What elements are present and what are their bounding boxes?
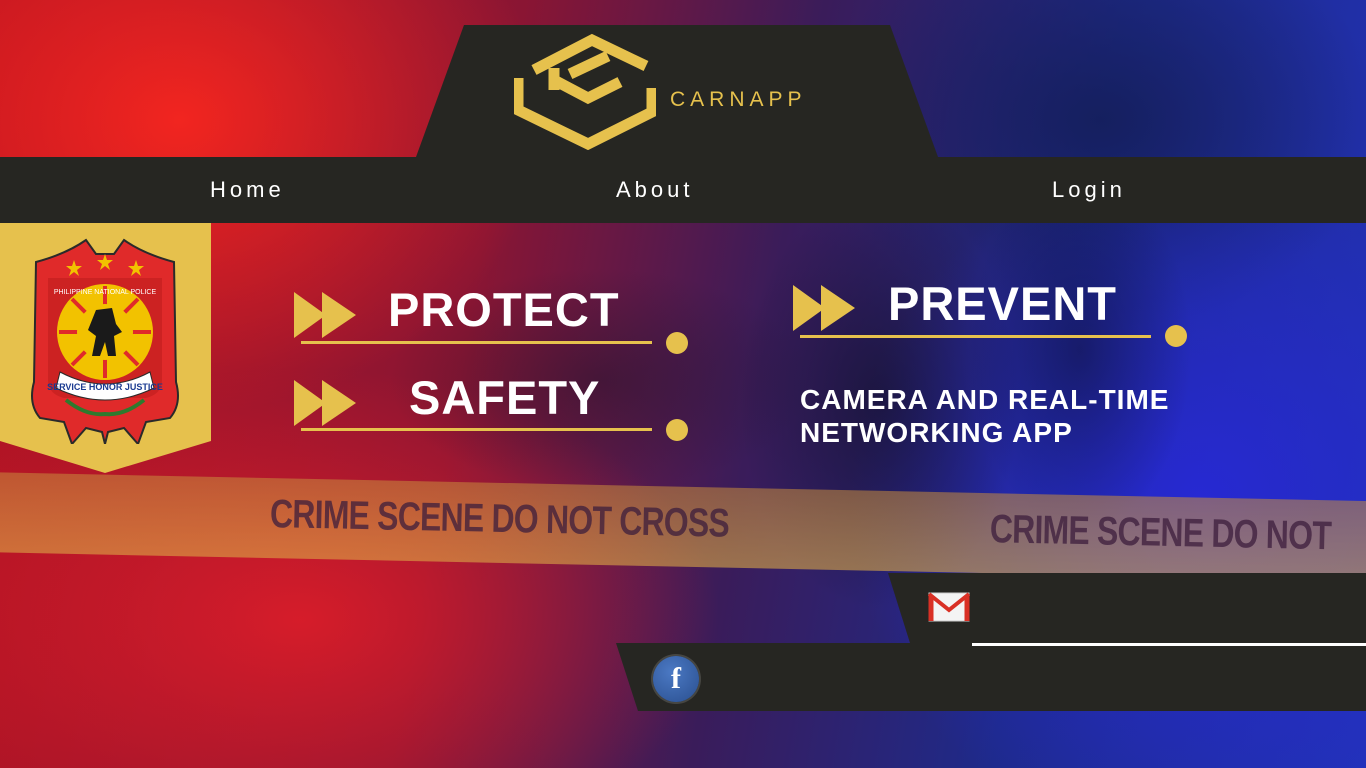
facebook-icon[interactable]: f — [653, 656, 699, 702]
tape-text: CRIME SCENE DO NOT CROSS — [269, 492, 730, 546]
slogan-protect: PROTECT — [388, 283, 620, 336]
prevent-underline — [800, 335, 1151, 338]
prevent-dot — [1165, 325, 1187, 347]
tagline: CAMERA AND REAL-TIME NETWORKING APP — [800, 384, 1170, 448]
gmail-icon[interactable] — [928, 592, 970, 622]
nav-login-link[interactable]: Login — [1052, 177, 1126, 203]
nav-home-link[interactable]: Home — [210, 177, 285, 203]
slogan-safety: SAFETY — [409, 371, 601, 424]
brand-name: CARNAPP — [670, 88, 807, 111]
double-arrow-icon — [294, 380, 356, 426]
carnapp-logo-icon — [514, 33, 656, 150]
protect-underline — [301, 341, 652, 344]
pnp-badge-icon: SERVICE HONOR JUSTICE PHILIPPINE NATIONA… — [31, 238, 179, 444]
facebook-panel — [616, 643, 1366, 711]
svg-text:PHILIPPINE NATIONAL POLICE: PHILIPPINE NATIONAL POLICE — [54, 289, 157, 296]
safety-underline — [301, 428, 652, 431]
double-arrow-icon — [294, 292, 356, 338]
safety-dot — [666, 419, 688, 441]
nav-about-link[interactable]: About — [616, 177, 694, 203]
tape-text-right: CRIME SCENE DO NOT — [989, 507, 1332, 559]
protect-dot — [666, 332, 688, 354]
svg-text:SERVICE HONOR JUSTICE: SERVICE HONOR JUSTICE — [47, 382, 163, 392]
slogan-prevent: PREVENT — [888, 277, 1117, 330]
double-arrow-icon — [793, 285, 855, 331]
email-underline — [972, 643, 1366, 646]
